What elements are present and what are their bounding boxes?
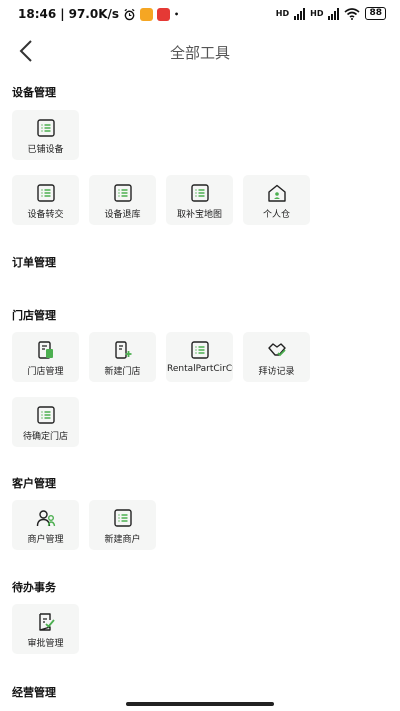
tool-label: 待确定门店 [22,432,68,442]
tool-label: 设备退库 [104,210,141,220]
wifi-icon [344,7,360,20]
new-store-icon [115,341,132,359]
list-icon [37,184,55,202]
app-notification-icon-2 [157,7,171,21]
list-icon [191,341,209,359]
tool-label: 已铺设备 [27,145,64,155]
tool-device-transfer[interactable]: 设备转交 [12,175,79,225]
tool-label: 新建商户 [104,535,141,545]
tool-label: 设备转交 [27,210,64,220]
list-icon [114,509,132,527]
list-icon [37,119,55,137]
list-icon [114,184,132,202]
battery-icon: 88 [365,7,386,20]
app-notification-icon [140,7,154,21]
nav-bar: 全部工具 [0,30,400,74]
tool-store-management[interactable]: 门店管理 [12,332,79,382]
signal-icon [294,7,306,20]
tool-label: RentalPartCirCula [167,364,233,374]
warehouse-icon [268,184,286,202]
tool-new-merchant[interactable]: 新建商户 [89,500,156,550]
home-indicator[interactable] [126,702,274,706]
section-title-store: 门店管理 [12,309,56,322]
tool-label: 门店管理 [27,367,64,377]
users-icon [36,510,56,527]
tool-visit-records[interactable]: 拜访记录 [243,332,310,382]
tool-label: 取补宝地图 [176,210,222,220]
tool-rental-part-circulation[interactable]: RentalPartCirCula [166,332,233,382]
section-title-customer: 客户管理 [12,477,56,490]
network-label-2: HD [310,9,324,18]
network-label-1: HD [275,9,290,18]
page-title: 全部工具 [169,44,230,62]
status-time: 18:46 [18,7,57,21]
tool-device-return[interactable]: 设备退库 [89,175,156,225]
tool-map[interactable]: 取补宝地图 [166,175,233,225]
tool-label: 个人仓 [262,210,290,220]
list-icon [191,184,209,202]
handshake-icon [268,343,286,357]
tool-label: 商户管理 [27,535,64,545]
alarm-icon [124,8,135,20]
status-net-speed: 97.0K/s [68,7,120,21]
signal-icon-2 [328,7,340,20]
tool-installed-devices[interactable]: 已铺设备 [12,110,79,160]
tool-new-store[interactable]: 新建门店 [89,332,156,382]
approval-icon [39,613,55,631]
status-right: HD HD 88 [276,7,386,20]
tool-approval-management[interactable]: 审批管理 [12,604,79,654]
tool-label: 审批管理 [27,639,64,649]
tool-pending-stores[interactable]: 待确定门店 [12,397,79,447]
tool-merchant-management[interactable]: 商户管理 [12,500,79,550]
status-bar: 18:46 | 97.0K/s • HD HD 88 [0,0,400,30]
section-title-business: 经营管理 [12,686,56,699]
list-icon [37,406,55,424]
tool-label: 拜访记录 [258,367,295,377]
status-left: 18:46 | 97.0K/s • [18,7,180,21]
tool-personal-warehouse[interactable]: 个人仓 [243,175,310,225]
store-icon [38,341,53,359]
section-title-todo: 待办事务 [12,581,56,594]
section-title-order: 订单管理 [12,256,56,269]
section-title-device: 设备管理 [12,86,56,99]
tool-label: 新建门店 [104,367,141,377]
